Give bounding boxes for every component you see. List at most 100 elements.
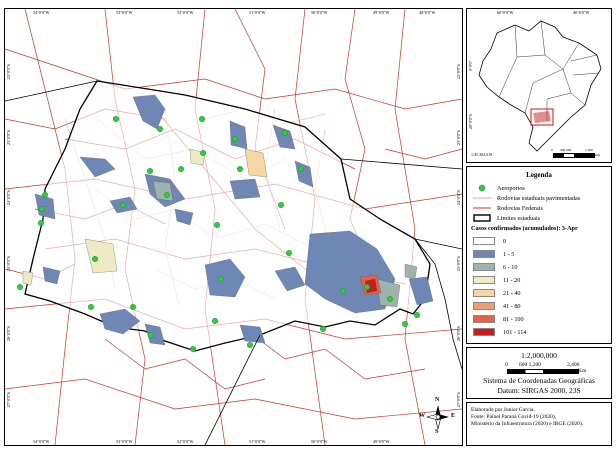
airport-marker [39,205,46,212]
lat-label-left: 25°0'0"S [6,256,11,271]
lon-label-top: 51°0'0"W [249,10,266,15]
class-swatch [473,276,495,284]
south-label: S [435,429,439,435]
inset-map[interactable] [467,9,611,162]
crs-line2: Datum: SIRGAS 2000, 23S [497,386,581,395]
airport-marker [298,165,305,172]
scale-tick: 600 1,200 [519,362,541,368]
lat-label-right: 26°0'0"S [456,326,461,341]
legend-item-label: Limites estaduais [497,214,541,222]
inset-scale-bar [553,153,595,158]
airport-marker [199,149,206,156]
class-swatch [473,328,495,336]
airport-marker [119,201,126,208]
class-swatch [473,302,495,310]
main-map[interactable] [5,9,462,445]
legend-item-label: Rodovias Federais [497,204,543,212]
crs-line1: Sistema de Coordenadas Geográficas [483,376,595,385]
main-map-frame: 54°0'0"W 53°0'0"W 52°0'0"W 51°0'0"W 50°0… [4,8,463,446]
lon-label-bottom: 52°0'0"W [177,439,194,444]
inset-scale-text: 1:45.304,618 [471,152,493,157]
class-swatch [473,263,495,271]
lon-label-top: 50°0'0"W [311,10,328,15]
north-arrow: N S W E [419,397,456,439]
airport-marker [156,125,163,132]
scale-panel: 1:2,000,000 0 600 1,200 2,400 Km Sistema… [466,347,612,399]
inset-lat-label: 20°0'0"S [468,114,473,129]
legend-title: Legenda [526,171,552,179]
class-row: 0 [473,236,506,246]
airport-marker [16,284,23,291]
lat-label-left: 24°0'0"S [6,190,11,205]
scale-unit: Km [578,368,587,374]
lat-label-left: 27°0'0"S [6,392,11,407]
credits-source: Fonte: Painel Paraná Covid-19 (2020), [471,414,557,420]
credits-text: Elaborado por Junior Garcia. Fonte: Pain… [471,407,583,428]
class-row: 41 - 80 [473,301,521,311]
west-label: W [419,413,425,419]
airport-marker [189,346,196,353]
lon-label-bottom: 51°0'0"W [249,439,266,444]
class-label: 41 - 80 [503,302,521,310]
inset-lon-label: 40°0'0"W [573,10,590,15]
airport-marker [231,135,238,142]
state-boundary-box-icon [473,214,491,222]
airport-marker [177,165,184,172]
lon-label-top: 53°0'0"W [116,10,133,15]
class-row: 21 - 40 [473,288,521,298]
inset-lat-label: 0°0'0" [468,60,473,71]
airport-marker [246,342,253,349]
airport-marker [129,304,136,311]
scale-ratio: 1:2,000,000 [521,351,557,360]
class-label: 1 - 5 [503,250,515,258]
lon-label-bottom: 53°0'0"W [116,439,133,444]
parana-highlight [533,111,551,123]
inset-scale-unit: Km [595,153,601,157]
class-swatch [473,250,495,258]
lat-label-left: 22°0'0"S [6,64,11,79]
airport-marker [282,129,289,136]
lon-label-bottom: 49°0'0"W [373,439,390,444]
legend-item-airports: Aeroportos [473,183,525,193]
scale-bar [507,369,579,374]
class-label: 101 - 114 [503,328,527,336]
class-row: 101 - 114 [473,327,527,337]
inset-scale-tick: 1.200 [585,148,593,152]
airport-marker [91,255,98,262]
lat-label-right: 25°0'0"S [456,256,461,271]
class-row: 1 - 5 [473,249,514,259]
airport-marker [87,304,94,311]
inset-scale-tick: 300 600 [560,148,572,152]
lon-label-top: 48°0'0"W [419,10,436,15]
north-label: N [435,397,440,403]
legend-panel: Legenda Aeroportos Rodovias estaduais pa… [466,166,612,344]
state-road-line-icon [473,194,491,202]
airport-marker [320,326,327,333]
airport-marker [387,296,394,303]
class-label: 6 - 10 [503,263,518,271]
airport-marker [163,191,170,198]
airport-marker [402,321,409,328]
legend-item-state-limits: Limites estaduais [473,213,540,223]
legend-item-label: Rodovias estaduais pavimentadas [497,194,581,202]
east-label: E [451,413,456,419]
airport-marker [286,249,293,256]
airport-marker [278,201,285,208]
class-label: 81 - 100 [503,315,524,323]
credits-panel: Elaborado por Junior Garcia. Fonte: Pain… [466,402,612,446]
legend-item-label: Aeroportos [497,184,525,192]
class-row: 11 - 20 [473,275,520,285]
cases-title: Casos confirmados (acumulados): 3-Apr [471,225,578,232]
scale-tick: 0 [505,362,508,368]
lat-label-right: 23°0'0"S [456,130,461,145]
class-row: 81 - 100 [473,314,524,324]
lat-label-right: 22°0'0"S [456,64,461,79]
legend-item-state-roads: Rodovias estaduais pavimentadas [473,193,580,203]
lat-label-right: 27°0'0"S [456,392,461,407]
legend-item-federal-roads: Rodovias Federais [473,203,543,213]
airport-marker [340,288,347,295]
class-label: 0 [503,237,507,245]
airport-marker [364,284,371,291]
airport-marker [414,312,421,319]
lon-label-top: 54°0'0"W [33,10,50,15]
